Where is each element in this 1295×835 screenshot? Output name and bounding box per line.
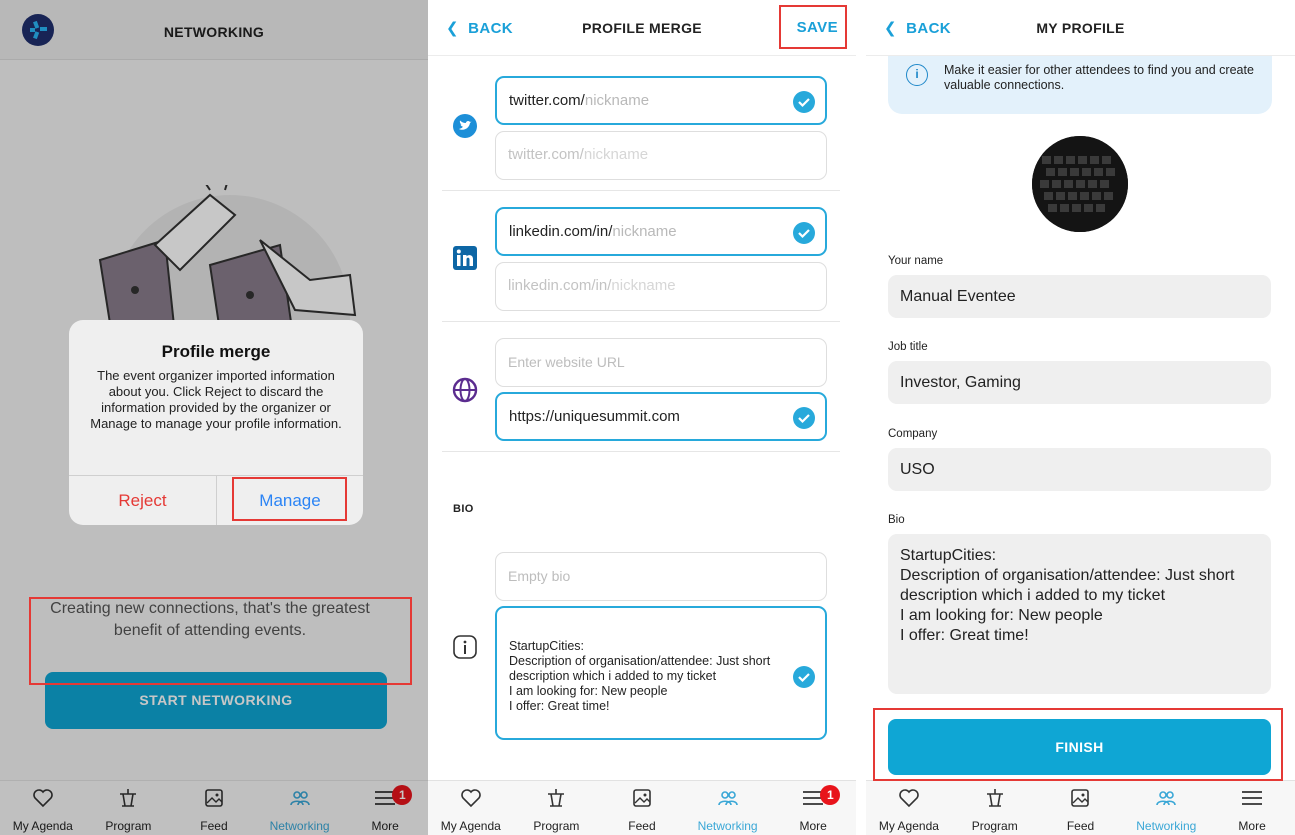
tab-label: Program <box>971 819 1018 833</box>
podium-icon <box>986 789 1003 807</box>
twitter-current-field[interactable]: twitter.com/nickname <box>495 131 827 180</box>
job-title-input[interactable]: Investor, Gaming <box>888 361 1271 404</box>
image-icon <box>633 789 651 807</box>
start-networking-highlight <box>29 597 412 685</box>
tab-label: Feed <box>1066 819 1095 833</box>
tab-networking[interactable]: Networking <box>685 781 771 835</box>
tab-bar: My Agenda Program Feed Networking 1 More <box>428 780 856 835</box>
bio-section-label: BIO <box>453 503 474 515</box>
linkedin-current-field[interactable]: linkedin.com/in/nickname <box>495 262 827 311</box>
linkedin-imported-field[interactable]: linkedin.com/in/nickname <box>495 207 827 256</box>
bio-label: Bio <box>888 514 905 526</box>
twitter-placeholder: nickname <box>583 146 649 163</box>
menu-icon <box>1242 791 1263 805</box>
website-value: https://uniquesummit.com <box>509 408 680 425</box>
company-input[interactable]: USO <box>888 448 1271 491</box>
tab-label: Program <box>533 819 580 833</box>
tab-label: More <box>1238 819 1266 833</box>
people-icon <box>1156 791 1177 806</box>
check-icon <box>793 222 815 244</box>
twitter-placeholder: nickname <box>584 92 650 109</box>
finish-highlight <box>873 708 1283 781</box>
tab-networking[interactable]: Networking <box>1123 781 1209 835</box>
twitter-prefix: twitter.com/ <box>509 92 585 109</box>
heart-icon <box>461 789 481 808</box>
notification-badge: 1 <box>820 785 841 805</box>
twitter-imported-field[interactable]: twitter.com/nickname <box>495 76 827 125</box>
bio-imported-field[interactable]: StartupCities: Description of organisati… <box>495 606 827 740</box>
manage-highlight <box>232 477 347 521</box>
divider <box>442 190 840 191</box>
linkedin-placeholder: nickname <box>612 223 677 240</box>
linkedin-icon <box>453 246 477 270</box>
tab-label: Networking <box>697 819 758 833</box>
twitter-icon <box>453 114 477 138</box>
tab-program[interactable]: Program <box>514 781 600 835</box>
check-icon <box>793 407 815 429</box>
header: ❮ BACK MY PROFILE <box>866 0 1295 56</box>
tab-label: More <box>799 819 827 833</box>
check-icon <box>793 666 815 688</box>
tab-bar: My Agenda Program Feed Networking More <box>866 780 1295 835</box>
website-imported-field[interactable]: https://uniquesummit.com <box>495 392 827 441</box>
dialog-message: The event organizer imported information… <box>90 368 342 431</box>
podium-icon <box>548 789 565 807</box>
name-label: Your name <box>888 255 944 267</box>
company-label: Company <box>888 428 938 440</box>
tab-feed[interactable]: Feed <box>1038 781 1124 835</box>
tab-my-agenda[interactable]: My Agenda <box>866 781 952 835</box>
tab-label: Networking <box>1136 819 1197 833</box>
save-highlight <box>779 5 847 49</box>
tab-more[interactable]: 1 More <box>770 781 856 835</box>
dialog-title: Profile merge <box>161 342 271 361</box>
page-title: MY PROFILE <box>1036 20 1125 36</box>
twitter-prefix: twitter.com/ <box>508 146 584 163</box>
tab-label: My Agenda <box>878 819 939 833</box>
info-icon: i <box>906 64 928 86</box>
tab-program[interactable]: Program <box>952 781 1038 835</box>
panel-gap <box>856 0 866 835</box>
check-icon <box>793 91 815 113</box>
reject-button[interactable]: Reject <box>69 476 216 525</box>
website-current-field[interactable]: Enter website URL <box>495 338 827 387</box>
name-input[interactable]: Manual Eventee <box>888 275 1271 318</box>
tab-my-agenda[interactable]: My Agenda <box>428 781 514 835</box>
tab-label: My Agenda <box>440 819 501 833</box>
bio-textarea[interactable]: StartupCities: Description of organisati… <box>888 534 1271 694</box>
linkedin-placeholder: nickname <box>611 277 676 294</box>
image-icon <box>1071 789 1090 807</box>
people-icon <box>717 791 738 806</box>
tab-feed[interactable]: Feed <box>599 781 685 835</box>
tab-more[interactable]: More <box>1209 781 1295 835</box>
avatar[interactable] <box>1032 136 1128 232</box>
divider <box>442 321 840 322</box>
linkedin-prefix: linkedin.com/in/ <box>509 223 613 240</box>
info-icon <box>453 635 477 659</box>
tab-label: Feed <box>628 819 656 833</box>
job-title-label: Job title <box>888 341 928 353</box>
networking-screen: NETWORKING Creating new connections, tha… <box>0 0 428 835</box>
bio-value: StartupCities: Description of organisati… <box>509 639 771 713</box>
profile-merge-screen: ❮ BACK PROFILE MERGE SAVE twitter.com/ni… <box>428 0 856 835</box>
bio-current-field[interactable]: Empty bio <box>495 552 827 601</box>
info-text: Make it easier for other attendees to fi… <box>944 63 1254 92</box>
heart-icon <box>899 789 919 808</box>
globe-icon <box>452 377 478 403</box>
keyboard-photo <box>1032 136 1128 232</box>
linkedin-prefix: linkedin.com/in/ <box>508 277 612 294</box>
divider <box>442 451 840 452</box>
